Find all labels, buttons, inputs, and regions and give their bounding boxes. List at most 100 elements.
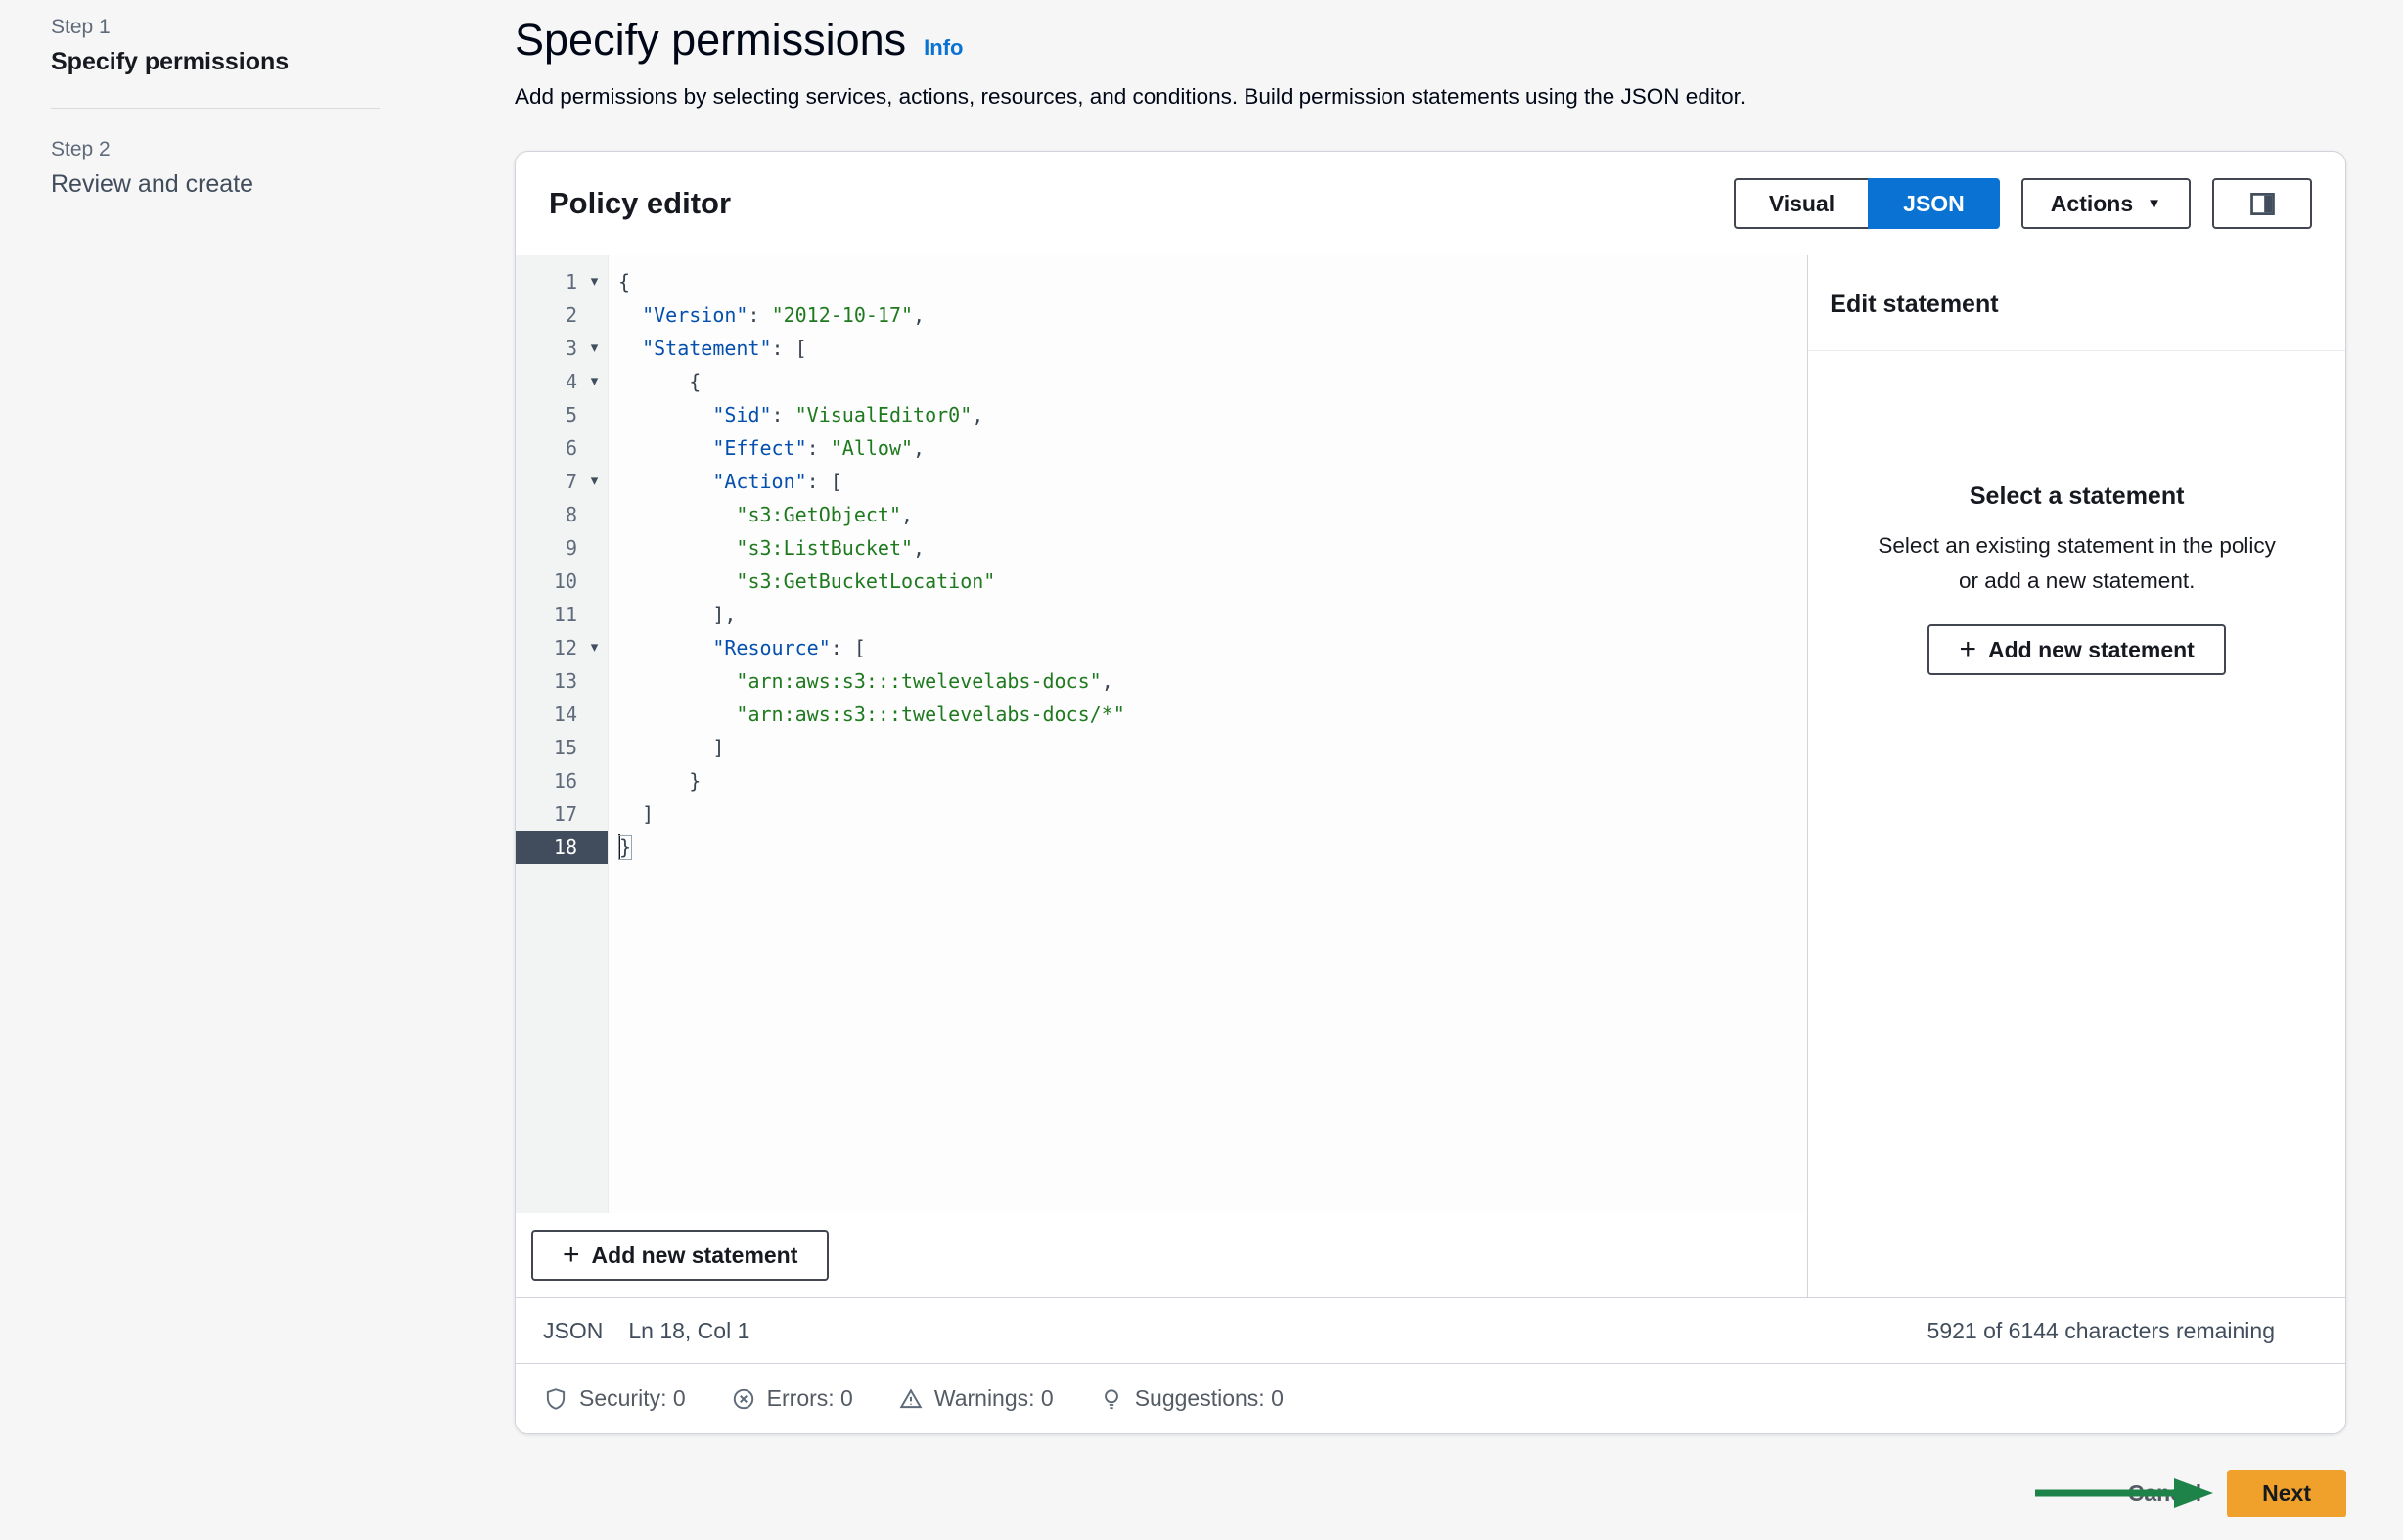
warnings-findings-item[interactable]: Warnings: 0	[898, 1385, 1054, 1412]
json-code-editor[interactable]: 1▾23▾4▾567▾89101112▾131415161718 { "Vers…	[516, 255, 1807, 1213]
line-number[interactable]: 2	[516, 298, 608, 332]
editor-mode-label: JSON	[543, 1318, 603, 1344]
line-number[interactable]: 7▾	[516, 465, 608, 498]
suggestions-findings-item[interactable]: Suggestions: 0	[1099, 1385, 1284, 1412]
next-button[interactable]: Next	[2227, 1470, 2346, 1517]
fold-toggle-icon[interactable]: ▾	[581, 631, 608, 664]
errors-findings-item[interactable]: Errors: 0	[731, 1385, 853, 1412]
lightbulb-icon	[1099, 1386, 1124, 1412]
findings-bar: Security: 0 Errors: 0 Warnings: 0	[516, 1363, 2345, 1433]
side-panel-icon	[2249, 191, 2276, 217]
code-area[interactable]: { "Version": "2012-10-17", "Statement": …	[609, 265, 1807, 1213]
warning-triangle-icon	[898, 1386, 924, 1412]
step1-label: Step 1	[51, 16, 380, 39]
split-panel-toggle-button[interactable]	[2212, 178, 2312, 229]
code-line[interactable]: "s3:ListBucket",	[618, 531, 1807, 565]
select-statement-description: Select an existing statement in the poli…	[1867, 528, 2287, 599]
panel-add-new-statement-button[interactable]: + Add new statement	[1927, 624, 2225, 675]
characters-remaining-label: 5921 of 6144 characters remaining	[1927, 1318, 2275, 1344]
step-2: Step 2 Review and create	[51, 138, 380, 199]
editor-status-bar: JSON Ln 18, Col 1 5921 of 6144 character…	[516, 1297, 2345, 1363]
line-number[interactable]: 4▾	[516, 365, 608, 398]
page-description: Add permissions by selecting services, a…	[515, 82, 2346, 112]
editor-mode-toggle: Visual JSON	[1734, 178, 2000, 229]
editor-column: 1▾23▾4▾567▾89101112▾131415161718 { "Vers…	[516, 255, 1807, 1297]
code-line[interactable]: "s3:GetObject",	[618, 498, 1807, 531]
actions-dropdown-button[interactable]: Actions ▼	[2021, 178, 2191, 229]
line-number[interactable]: 13	[516, 664, 608, 698]
step2-label: Step 2	[51, 138, 380, 161]
step1-link[interactable]: Specify permissions	[51, 48, 380, 76]
policy-editor-card: Policy editor Visual JSON Actions ▼	[515, 151, 2346, 1434]
code-line[interactable]: "arn:aws:s3:::twelevelabs-docs",	[618, 664, 1807, 698]
line-number[interactable]: 16	[516, 764, 608, 797]
add-new-statement-button[interactable]: + Add new statement	[531, 1230, 829, 1281]
code-line[interactable]: "Sid": "VisualEditor0",	[618, 398, 1807, 431]
code-line[interactable]: "s3:GetBucketLocation"	[618, 565, 1807, 598]
main-content: Specify permissions Info Add permissions…	[515, 0, 2346, 1518]
line-number[interactable]: 14	[516, 698, 608, 731]
page-header: Specify permissions Info	[515, 14, 2346, 67]
step-1: Step 1 Specify permissions	[51, 16, 380, 76]
line-number[interactable]: 8	[516, 498, 608, 531]
editor-footer-row: + Add new statement	[516, 1213, 1807, 1297]
code-line[interactable]: "Action": [	[618, 465, 1807, 498]
code-line[interactable]: "Statement": [	[618, 332, 1807, 365]
fold-toggle-icon[interactable]: ▾	[581, 465, 608, 498]
panel-add-new-statement-label: Add new statement	[1988, 637, 2195, 663]
policy-editor-body: 1▾23▾4▾567▾89101112▾131415161718 { "Vers…	[516, 255, 2345, 1297]
line-number[interactable]: 11	[516, 598, 608, 631]
edit-statement-panel: Edit statement Select a statement Select…	[1807, 255, 2345, 1297]
shield-icon	[543, 1386, 568, 1412]
line-number[interactable]: 3▾	[516, 332, 608, 365]
code-line[interactable]: "Resource": [	[618, 631, 1807, 664]
code-line[interactable]: "Effect": "Allow",	[618, 431, 1807, 465]
page-title: Specify permissions	[515, 14, 906, 67]
line-number[interactable]: 17	[516, 797, 608, 831]
line-number[interactable]: 15	[516, 731, 608, 764]
code-line[interactable]: ]	[618, 797, 1807, 831]
code-line[interactable]: }	[618, 831, 1807, 864]
security-findings-label: Security: 0	[579, 1385, 686, 1412]
policy-editor-header: Policy editor Visual JSON Actions ▼	[516, 152, 2345, 255]
visual-toggle-button[interactable]: Visual	[1734, 178, 1870, 229]
add-new-statement-label: Add new statement	[592, 1243, 798, 1269]
code-line[interactable]: {	[618, 365, 1807, 398]
wizard-steps-nav: Step 1 Specify permissions Step 2 Review…	[51, 16, 380, 199]
select-statement-heading: Select a statement	[1867, 482, 2287, 511]
line-number[interactable]: 10	[516, 565, 608, 598]
json-toggle-button[interactable]: JSON	[1868, 178, 2000, 229]
code-line[interactable]: "Version": "2012-10-17",	[618, 298, 1807, 332]
fold-toggle-icon[interactable]: ▾	[581, 332, 608, 365]
cancel-button[interactable]: Cancel	[2128, 1480, 2201, 1507]
code-line[interactable]: {	[618, 265, 1807, 298]
code-line[interactable]: "arn:aws:s3:::twelevelabs-docs/*"	[618, 698, 1807, 731]
code-line[interactable]: }	[618, 764, 1807, 797]
line-number[interactable]: 18	[516, 831, 608, 864]
code-line[interactable]: ],	[618, 598, 1807, 631]
actions-dropdown-label: Actions	[2051, 191, 2133, 217]
line-number[interactable]: 1▾	[516, 265, 608, 298]
line-number[interactable]: 12▾	[516, 631, 608, 664]
line-number-gutter: 1▾23▾4▾567▾89101112▾131415161718	[516, 255, 609, 1213]
create-policy-page: Step 1 Specify permissions Step 2 Review…	[0, 0, 2403, 1540]
line-number[interactable]: 9	[516, 531, 608, 565]
errors-findings-label: Errors: 0	[767, 1385, 853, 1412]
code-line[interactable]: ]	[618, 731, 1807, 764]
cursor-position-label: Ln 18, Col 1	[628, 1318, 749, 1344]
fold-toggle-icon[interactable]: ▾	[581, 265, 608, 298]
security-findings-item[interactable]: Security: 0	[543, 1385, 686, 1412]
chevron-down-icon: ▼	[2147, 196, 2161, 212]
info-link[interactable]: Info	[924, 35, 963, 61]
step2-link[interactable]: Review and create	[51, 170, 380, 199]
warnings-findings-label: Warnings: 0	[934, 1385, 1054, 1412]
suggestions-findings-label: Suggestions: 0	[1135, 1385, 1284, 1412]
fold-toggle-icon[interactable]: ▾	[581, 365, 608, 398]
line-number[interactable]: 6	[516, 431, 608, 465]
line-number[interactable]: 5	[516, 398, 608, 431]
error-circle-icon	[731, 1386, 756, 1412]
steps-divider	[51, 108, 380, 109]
editor-header-actions: Visual JSON Actions ▼	[1734, 178, 2312, 229]
edit-statement-title: Edit statement	[1808, 255, 2345, 351]
edit-statement-content: Select a statement Select an existing st…	[1808, 351, 2345, 675]
